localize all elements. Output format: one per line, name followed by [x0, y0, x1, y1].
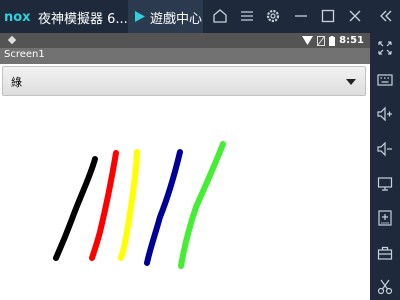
collapse-sidebar-icon[interactable]	[377, 7, 395, 25]
scissors-icon[interactable]	[376, 278, 394, 296]
maximize-icon[interactable]	[319, 7, 337, 25]
status-clock: 8:51	[339, 35, 364, 46]
close-icon[interactable]	[346, 7, 364, 25]
stroke-black	[53, 156, 98, 261]
screen-title: Screen1	[4, 49, 45, 60]
svg-text:nox: nox	[4, 10, 31, 25]
notification-icon	[7, 35, 17, 45]
play-icon	[135, 11, 145, 22]
android-screen: 8:51 Screen1 綠	[0, 33, 370, 300]
screen-icon[interactable]	[376, 175, 394, 193]
no-sim-icon	[317, 35, 326, 46]
emulator-sidebar	[370, 33, 400, 300]
drawing-canvas[interactable]	[0, 97, 370, 300]
battery-icon	[329, 35, 336, 46]
fullscreen-icon[interactable]	[376, 39, 394, 57]
app-title: 夜神模擬器 6...	[38, 12, 128, 27]
color-spinner-value: 綠	[11, 76, 22, 89]
stroke-green	[178, 141, 226, 269]
stroke-navy	[144, 149, 183, 266]
add-apk-icon[interactable]	[376, 209, 394, 227]
title-bar: nox 夜神模擬器 6... 遊戲中心	[0, 0, 400, 33]
stroke-red	[89, 150, 119, 261]
minimize-icon[interactable]	[292, 7, 310, 25]
home-icon[interactable]	[211, 7, 229, 25]
wifi-icon	[302, 36, 314, 45]
dropdown-arrow-icon	[346, 79, 356, 85]
volume-up-icon[interactable]	[376, 105, 394, 123]
volume-down-icon[interactable]	[376, 140, 394, 158]
toolbox-icon[interactable]	[376, 244, 394, 262]
tab-game-center-label: 遊戲中心	[150, 12, 203, 27]
color-spinner[interactable]: 綠	[2, 66, 366, 96]
gear-icon[interactable]	[264, 7, 282, 25]
tab-game-center[interactable]: 遊戲中心	[128, 0, 203, 33]
status-bar: 8:51	[0, 33, 370, 48]
stroke-yellow	[118, 149, 140, 261]
nox-logo: nox	[4, 10, 31, 25]
app-bar: Screen1	[0, 48, 370, 64]
keyboard-icon[interactable]	[376, 71, 394, 89]
menu-icon[interactable]	[238, 7, 256, 25]
